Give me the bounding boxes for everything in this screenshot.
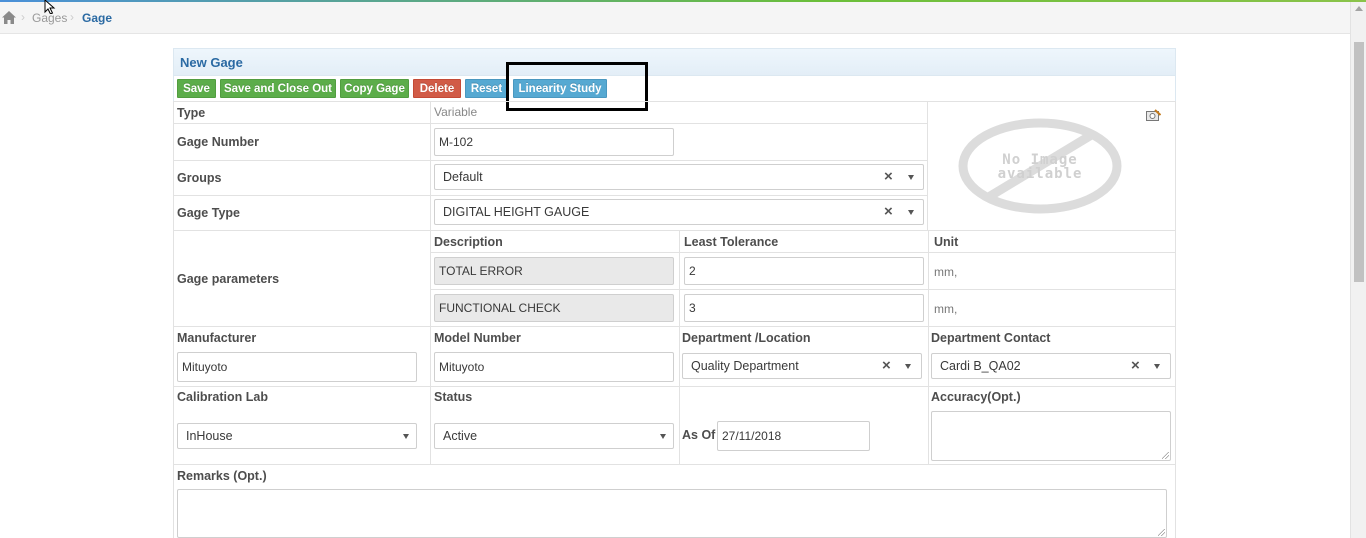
camera-icon[interactable] bbox=[1146, 109, 1161, 122]
contact-selected-value: Cardi B_QA02 bbox=[940, 359, 1021, 373]
clear-selection-icon[interactable]: × bbox=[882, 354, 891, 378]
breadcrumb: › Gages › Gage bbox=[0, 2, 1350, 34]
caret-down-icon[interactable] bbox=[660, 434, 666, 439]
row-divider bbox=[174, 326, 1175, 327]
delete-button[interactable]: Delete bbox=[413, 79, 461, 98]
row-divider bbox=[174, 160, 928, 161]
unit-column-header: Unit bbox=[934, 235, 959, 249]
panel-title: New Gage bbox=[180, 55, 243, 70]
remarks-textarea[interactable] bbox=[177, 489, 1167, 538]
remarks-label: Remarks (Opt.) bbox=[177, 469, 267, 483]
type-label: Type bbox=[177, 106, 206, 120]
department-contact-select[interactable]: Cardi B_QA02 × bbox=[931, 353, 1171, 379]
reset-button[interactable]: Reset bbox=[465, 79, 508, 98]
copy-gage-button[interactable]: Copy Gage bbox=[340, 79, 409, 98]
scrollbar-thumb[interactable] bbox=[1354, 42, 1364, 282]
calibration-lab-selected-value: InHouse bbox=[186, 429, 233, 443]
least-tolerance-column-header: Least Tolerance bbox=[684, 235, 779, 249]
manufacturer-label: Manufacturer bbox=[177, 331, 257, 345]
clear-selection-icon[interactable]: × bbox=[1131, 354, 1140, 378]
column-divider bbox=[679, 230, 680, 386]
caret-down-icon[interactable] bbox=[908, 210, 914, 215]
as-of-date-input[interactable]: 27/11/2018 bbox=[717, 421, 870, 451]
manufacturer-input[interactable]: Mituyoto bbox=[177, 352, 417, 382]
parameter-description-field: TOTAL ERROR bbox=[434, 257, 674, 285]
column-divider bbox=[927, 101, 928, 230]
status-select[interactable]: Active bbox=[434, 423, 674, 449]
row-divider bbox=[174, 123, 928, 124]
caret-down-icon[interactable] bbox=[1154, 364, 1160, 369]
status-selected-value: Active bbox=[443, 429, 478, 443]
breadcrumb-gage: Gage bbox=[82, 11, 113, 25]
accuracy-textarea[interactable] bbox=[931, 411, 1171, 461]
model-number-input[interactable]: Mituyoto bbox=[434, 352, 674, 382]
parameter-tolerance-input[interactable]: 2 bbox=[684, 257, 924, 285]
gage-number-input[interactable]: M-102 bbox=[434, 128, 674, 156]
no-image-text-line2: available bbox=[997, 166, 1083, 182]
caret-down-icon[interactable] bbox=[908, 175, 914, 180]
department-contact-label: Department Contact bbox=[931, 331, 1051, 345]
save-and-close-button[interactable]: Save and Close Out bbox=[220, 79, 336, 98]
resize-handle-icon[interactable] bbox=[1162, 452, 1169, 459]
column-divider bbox=[679, 386, 680, 464]
row-divider bbox=[174, 101, 1175, 102]
caret-down-icon[interactable] bbox=[403, 434, 409, 439]
scroll-up-arrow-icon[interactable] bbox=[1355, 6, 1363, 11]
department-location-select[interactable]: Quality Department × bbox=[682, 353, 922, 379]
row-divider bbox=[431, 252, 1175, 253]
save-button[interactable]: Save bbox=[177, 79, 216, 98]
breadcrumb-separator: › bbox=[21, 10, 25, 24]
row-divider bbox=[174, 386, 1175, 387]
gage-type-select[interactable]: DIGITAL HEIGHT GAUGE × bbox=[434, 199, 924, 225]
parameter-unit: mm, bbox=[934, 265, 958, 279]
clear-selection-icon[interactable]: × bbox=[884, 200, 893, 224]
mouse-cursor-icon bbox=[44, 0, 56, 14]
model-number-label: Model Number bbox=[434, 331, 521, 345]
row-divider bbox=[174, 230, 1175, 231]
gage-number-label: Gage Number bbox=[177, 135, 259, 149]
department-selected-value: Quality Department bbox=[691, 359, 799, 373]
row-divider bbox=[431, 289, 1175, 290]
no-image-placeholder: No Image available bbox=[957, 118, 1123, 214]
department-location-label: Department /Location bbox=[682, 331, 811, 345]
groups-label: Groups bbox=[177, 171, 222, 185]
vertical-scrollbar[interactable] bbox=[1350, 2, 1366, 538]
status-label: Status bbox=[434, 390, 473, 404]
panel-header: New Gage bbox=[174, 49, 1175, 76]
breadcrumb-separator: › bbox=[70, 10, 74, 24]
home-icon[interactable] bbox=[2, 11, 16, 24]
accuracy-label: Accuracy(Opt.) bbox=[931, 390, 1021, 404]
parameter-unit: mm, bbox=[934, 302, 958, 316]
column-divider bbox=[928, 230, 929, 464]
gage-type-selected-value: DIGITAL HEIGHT GAUGE bbox=[443, 205, 590, 219]
resize-handle-icon[interactable] bbox=[1158, 529, 1165, 536]
column-divider bbox=[173, 101, 174, 538]
gage-type-label: Gage Type bbox=[177, 206, 240, 220]
groups-selected-value: Default bbox=[443, 170, 483, 184]
parameter-description-field: FUNCTIONAL CHECK bbox=[434, 294, 674, 322]
type-value: Variable bbox=[434, 105, 478, 119]
groups-select[interactable]: Default × bbox=[434, 164, 924, 190]
clear-selection-icon[interactable]: × bbox=[884, 165, 893, 189]
column-divider bbox=[1175, 101, 1176, 538]
row-divider bbox=[174, 464, 1175, 465]
calibration-lab-label: Calibration Lab bbox=[177, 390, 268, 404]
caret-down-icon[interactable] bbox=[905, 364, 911, 369]
as-of-label: As Of bbox=[682, 428, 716, 442]
column-divider bbox=[430, 101, 431, 464]
calibration-lab-select[interactable]: InHouse bbox=[177, 423, 417, 449]
parameter-tolerance-input[interactable]: 3 bbox=[684, 294, 924, 322]
row-divider bbox=[174, 195, 928, 196]
description-column-header: Description bbox=[434, 235, 503, 249]
gage-parameters-label: Gage parameters bbox=[177, 272, 280, 286]
highlight-annotation-box bbox=[506, 62, 648, 111]
